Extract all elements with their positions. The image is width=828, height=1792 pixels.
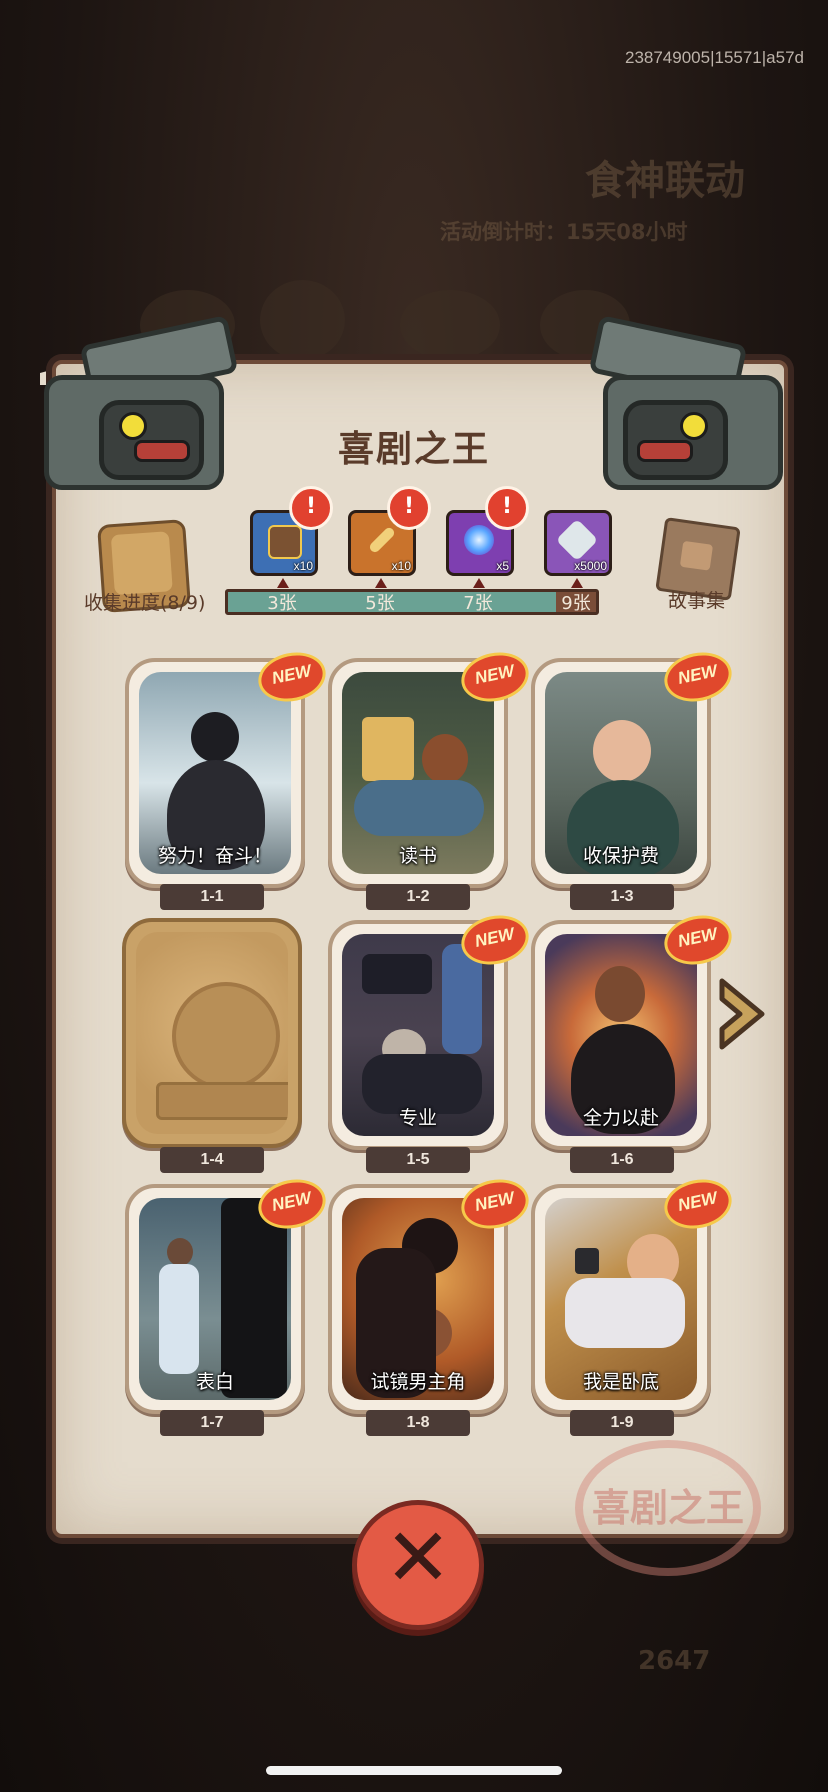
quill-icon	[367, 525, 397, 555]
card-number-plate: 1-8	[366, 1410, 470, 1436]
next-page-arrow-icon[interactable]	[716, 975, 768, 1053]
alert-badge-icon: !	[387, 486, 431, 530]
card-title: 收保护费	[582, 845, 659, 867]
card-number-plate: 1-4	[160, 1147, 264, 1173]
card-number-plate: 1-9	[570, 1410, 674, 1436]
bg-pot-3	[400, 290, 500, 360]
card-number-plate: 1-3	[570, 884, 674, 910]
locked-portrait-emblem	[172, 982, 280, 1090]
alert-badge-icon: !	[485, 486, 529, 530]
orb-icon	[464, 525, 494, 555]
story-collection-label: 故事集	[668, 590, 726, 612]
card-number-plate: 1-1	[160, 884, 264, 910]
alert-badge-icon: !	[289, 486, 333, 530]
milestone-label: 9张	[561, 593, 591, 614]
home-indicator[interactable]	[266, 1766, 562, 1775]
reward-crystal[interactable]: x5000	[544, 510, 612, 576]
reward-qty: x10	[293, 559, 313, 573]
bg-event-title: 食神联动	[585, 158, 745, 204]
card-title: 读书	[398, 845, 437, 867]
wax-seal: 喜剧之王	[575, 1440, 761, 1576]
card-number-plate: 1-5	[366, 1147, 470, 1173]
card-number-plate: 1-6	[570, 1147, 674, 1173]
card-title: 努力！奋斗！	[157, 845, 272, 867]
card-title: 表白	[195, 1371, 234, 1393]
bg-countdown: 活动倒计时：15天08小时	[440, 220, 688, 244]
card-title: 我是卧底	[582, 1371, 659, 1393]
card-number-plate: 1-7	[160, 1410, 264, 1436]
crystal-icon	[555, 518, 599, 562]
card-title: 全力以赴	[582, 1107, 659, 1129]
card-number-plate: 1-2	[366, 884, 470, 910]
bg-pot-2	[260, 280, 345, 360]
milestone-label: 7张	[463, 593, 493, 614]
reward-qty: x5	[496, 559, 509, 573]
panel-title: 喜剧之王	[337, 429, 490, 470]
debug-id-text: 238749005|15571|a57d	[624, 48, 804, 67]
card-title: 专业	[398, 1107, 437, 1129]
close-icon: ✕	[384, 1511, 452, 1604]
card-art-locked	[136, 932, 288, 1134]
close-button[interactable]: ✕	[352, 1500, 484, 1630]
reward-qty: x10	[391, 559, 411, 573]
reward-qty: x5000	[574, 559, 607, 573]
story-card-1-4-locked[interactable]	[122, 918, 302, 1148]
milestone-label: 5张	[365, 593, 395, 614]
locked-ribbon	[156, 1082, 288, 1120]
bg-number: 2647	[638, 1646, 711, 1676]
card-title: 试镜男主角	[370, 1371, 466, 1393]
chest-icon	[268, 525, 302, 559]
collection-progress-label: 收集进度(8/9)	[84, 592, 206, 614]
milestone-label: 3张	[267, 593, 297, 614]
